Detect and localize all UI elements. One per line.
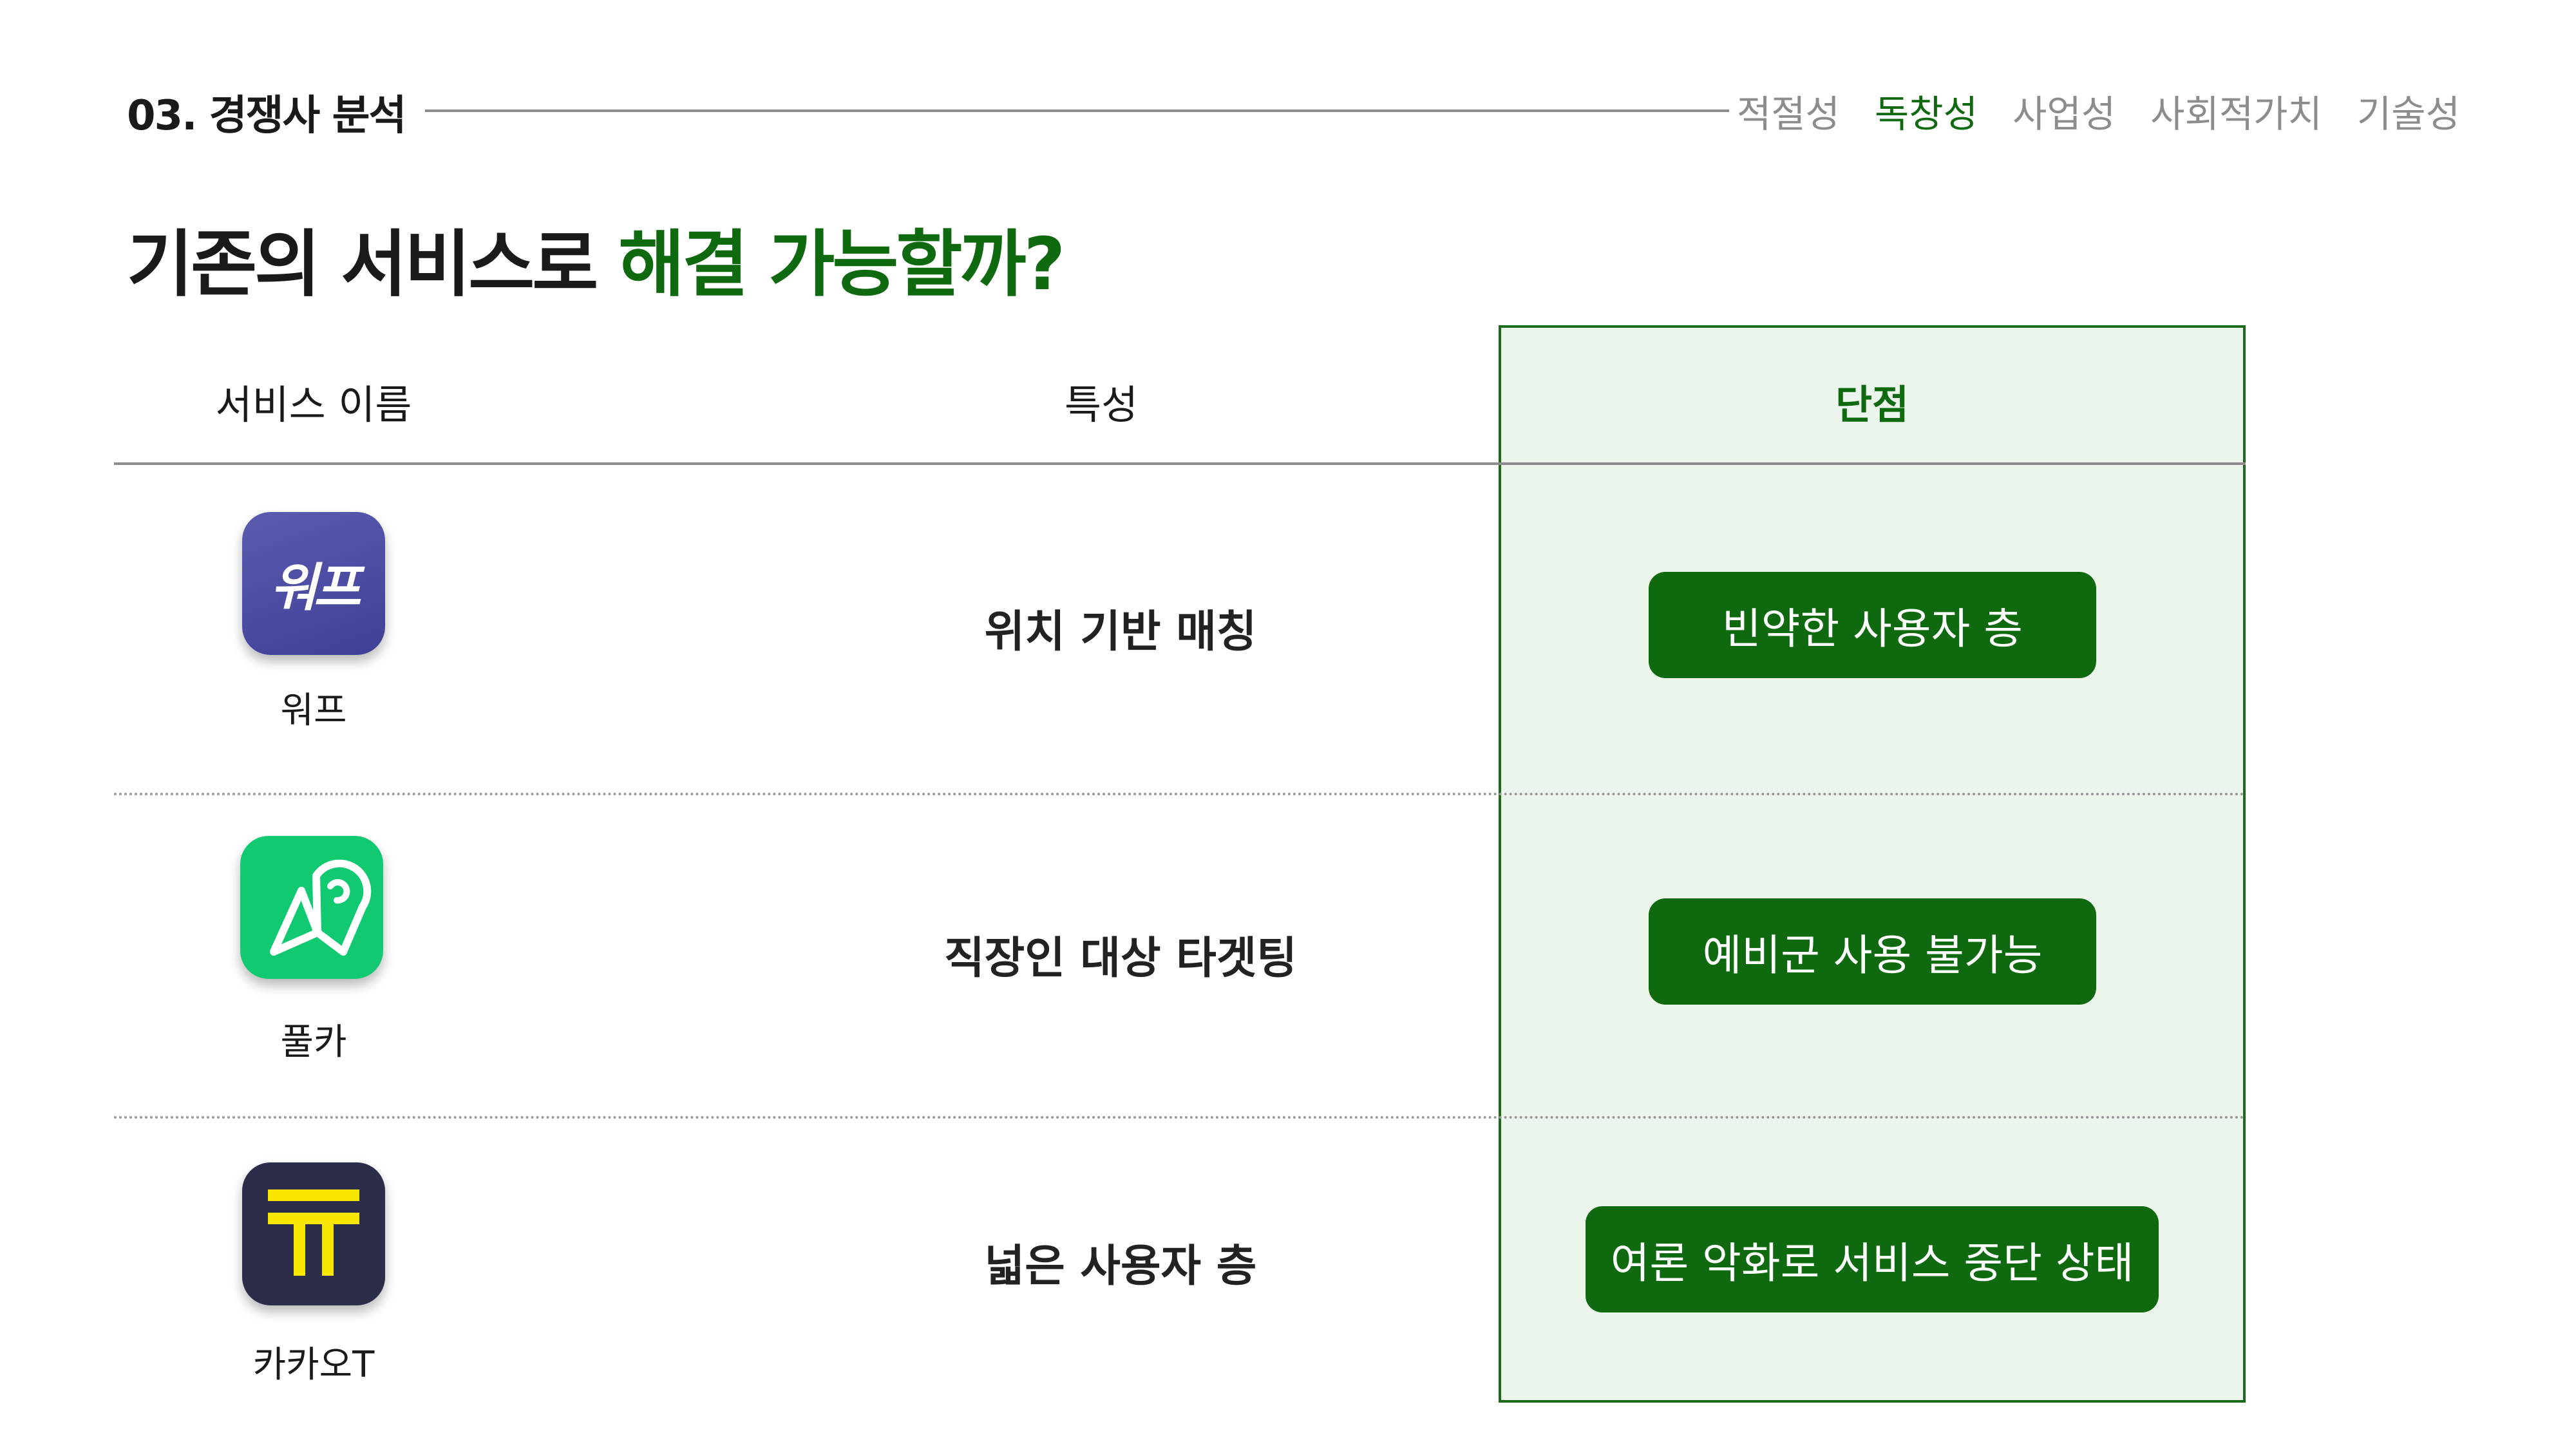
wepeu-icon-text: 워프 [270,558,361,618]
title-part1: 기존의 서비스로 [127,223,619,307]
table-header-divider [114,462,2246,465]
service-name: 카카오T [252,1344,375,1386]
service-con-badge: 빈약한 사용자 층 [1649,572,2096,678]
location-pin-icon [240,836,383,979]
header-divider [425,109,1729,112]
section-label: 03. 경쟁사 분석 [127,92,406,140]
service-con-badge: 여론 악화로 서비스 중단 상태 [1586,1206,2159,1312]
service-name: 풀카 [280,1021,347,1063]
service-feature: 위치 기반 매칭 [984,607,1257,658]
column-header-cons: 단점 [1835,381,1909,428]
column-header-feature: 특성 [1064,381,1139,428]
service-feature: 직장인 대상 타겟팅 [944,933,1297,984]
title-highlight: 해결 가능할까? [618,223,1065,307]
service-feature: 넓은 사용자 층 [984,1241,1257,1292]
nav-item-originality[interactable]: 독창성 [1875,84,1978,138]
nav-item-business[interactable]: 사업성 [2012,84,2116,138]
kakao-t-icon [242,1162,385,1305]
page-title: 기존의 서비스로 해결 가능할까? [127,206,1065,310]
column-header-name: 서비스 이름 [215,381,412,428]
row-divider [114,793,2246,795]
nav-item-appropriateness[interactable]: 적절성 [1737,84,1840,138]
section-nav: 적절성 독창성 사업성 사회적가치 기술성 [1737,84,2460,138]
nav-item-technology[interactable]: 기술성 [2357,84,2460,138]
wepeu-app-icon: 워프 [242,512,385,655]
row-divider [114,1116,2246,1119]
nav-item-social-value[interactable]: 사회적가치 [2150,84,2322,138]
service-name: 워프 [280,690,347,732]
service-con-badge: 예비군 사용 불가능 [1649,898,2096,1005]
